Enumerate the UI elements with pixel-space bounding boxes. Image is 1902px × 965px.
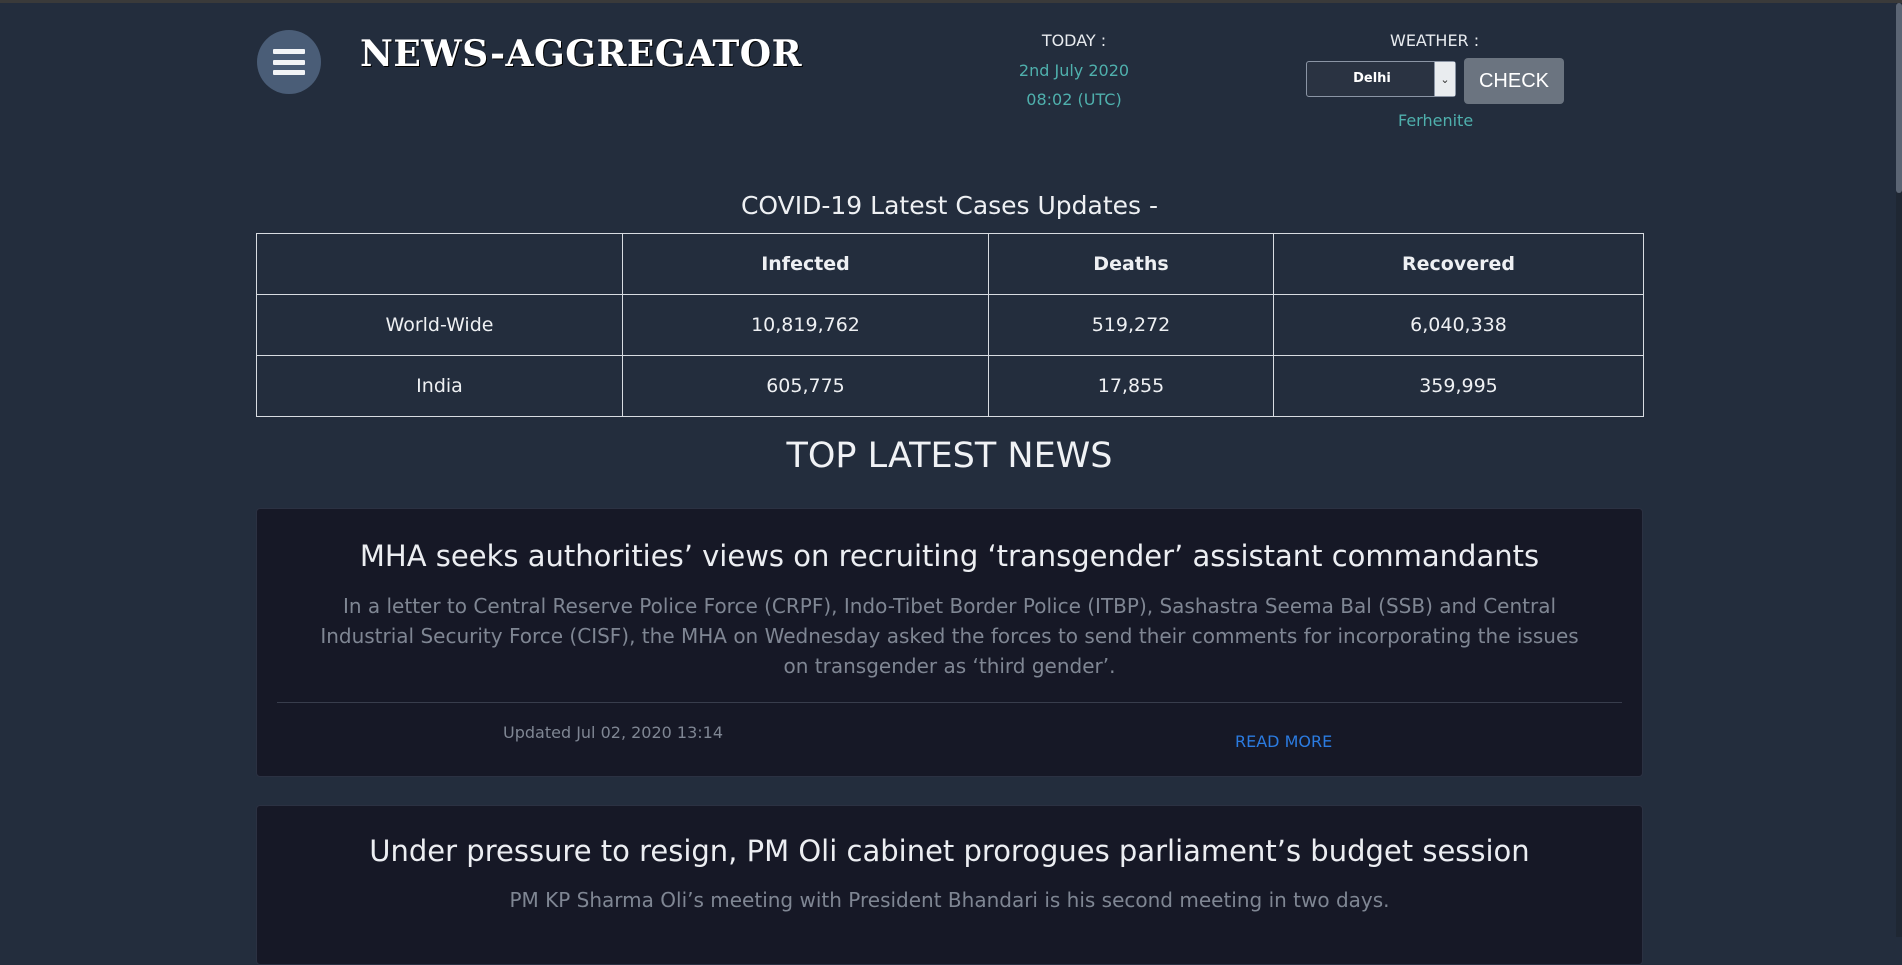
column-header-deaths: Deaths bbox=[988, 233, 1274, 295]
hamburger-menu-button[interactable] bbox=[257, 30, 321, 94]
news-section-title: TOP LATEST NEWS bbox=[786, 436, 1113, 476]
column-header-infected: Infected bbox=[622, 233, 989, 295]
today-label: TODAY : bbox=[1041, 31, 1107, 50]
page: NEWS-AGGREGATOR TODAY : 2nd July 2020 08… bbox=[0, 3, 1902, 965]
scrollbar-thumb[interactable] bbox=[1896, 3, 1902, 193]
row-label: World-Wide bbox=[256, 294, 623, 356]
page-scrollbar[interactable] bbox=[1896, 3, 1902, 937]
today-time: 08:02 (UTC) bbox=[1026, 90, 1122, 109]
row-label: India bbox=[256, 355, 623, 417]
read-more-link[interactable]: READ MORE bbox=[1235, 732, 1332, 751]
weather-label: WEATHER : bbox=[1390, 31, 1480, 50]
card-divider bbox=[277, 702, 1622, 703]
recovered-cell: 6,040,338 bbox=[1273, 294, 1644, 356]
news-headline[interactable]: Under pressure to resign, PM Oli cabinet… bbox=[257, 834, 1642, 868]
today-date: 2nd July 2020 bbox=[1018, 61, 1130, 80]
news-card: MHA seeks authorities’ views on recruiti… bbox=[256, 508, 1643, 777]
deaths-cell: 519,272 bbox=[988, 294, 1274, 356]
deaths-cell: 17,855 bbox=[988, 355, 1274, 417]
check-weather-button[interactable]: CHECK bbox=[1464, 58, 1564, 104]
temperature-unit: Ferhenite bbox=[1398, 111, 1474, 130]
covid-table: Infected Deaths Recovered World-Wide 10,… bbox=[256, 233, 1644, 417]
news-description: In a letter to Central Reserve Police Fo… bbox=[320, 594, 1579, 678]
table-row: India 605,775 17,855 359,995 bbox=[256, 355, 1644, 417]
column-header bbox=[256, 233, 623, 295]
hamburger-icon bbox=[273, 49, 305, 75]
city-select-value: Delhi bbox=[1353, 71, 1391, 86]
news-description: PM KP Sharma Oli’s meeting with Presiden… bbox=[509, 888, 1390, 912]
recovered-cell: 359,995 bbox=[1273, 355, 1644, 417]
covid-title: COVID-19 Latest Cases Updates - bbox=[740, 191, 1159, 220]
infected-cell: 605,775 bbox=[622, 355, 989, 417]
chevron-down-icon: ⌄ bbox=[1434, 62, 1455, 96]
site-logo[interactable]: NEWS-AGGREGATOR bbox=[360, 33, 802, 75]
table-header-row: Infected Deaths Recovered bbox=[256, 233, 1644, 295]
infected-cell: 10,819,762 bbox=[622, 294, 989, 356]
news-updated-time: Updated Jul 02, 2020 13:14 bbox=[503, 723, 724, 742]
news-card: Under pressure to resign, PM Oli cabinet… bbox=[256, 805, 1643, 965]
city-select[interactable]: Delhi ⌄ bbox=[1306, 61, 1456, 97]
news-headline[interactable]: MHA seeks authorities’ views on recruiti… bbox=[257, 539, 1642, 573]
column-header-recovered: Recovered bbox=[1273, 233, 1644, 295]
table-row: World-Wide 10,819,762 519,272 6,040,338 bbox=[256, 294, 1644, 356]
today-widget: TODAY : 2nd July 2020 08:02 (UTC) bbox=[974, 31, 1174, 109]
